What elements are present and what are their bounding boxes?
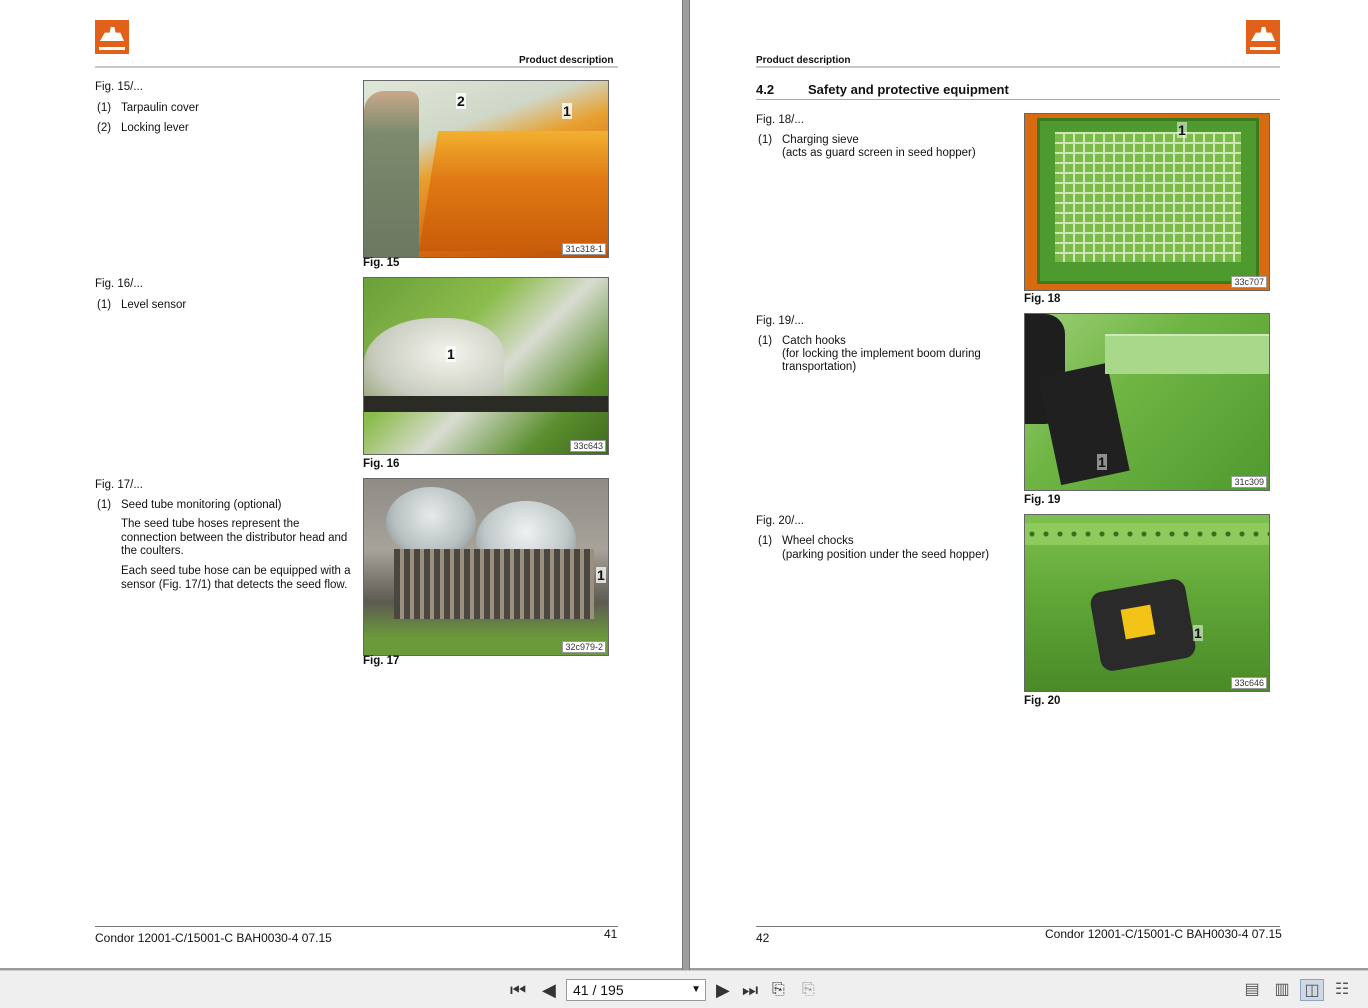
- figure-19-photo: 1 31c309: [1024, 313, 1270, 491]
- sieve-grid-shape: [1055, 132, 1241, 262]
- chevron-down-icon[interactable]: ▼: [691, 984, 701, 995]
- go-back-icon[interactable]: ⎘: [772, 980, 785, 1000]
- footer-document-id: Condor 12001-C/15001-C BAH0030-4 07.15: [1045, 927, 1282, 941]
- figure-reference: Fig. 17/...: [95, 479, 143, 491]
- image-code: 31c318-1: [562, 243, 606, 255]
- page-number: 41: [604, 927, 618, 941]
- description-paragraph: Each seed tube hose can be equipped with…: [121, 565, 351, 591]
- description-paragraph: The seed tube hoses represent the connec…: [121, 518, 348, 557]
- page-header: Product description: [756, 55, 851, 66]
- image-code: 31c309: [1231, 476, 1267, 488]
- bar-shape: [364, 396, 608, 412]
- item-number: (1): [758, 335, 773, 347]
- next-page-icon[interactable]: ▶: [716, 980, 730, 1000]
- callout-1: 1: [562, 103, 572, 119]
- page-header: Product description: [519, 55, 614, 66]
- hook-shape: [1038, 362, 1130, 486]
- page-gutter: [682, 0, 690, 970]
- navigation-toolbar: ⏮ ◀ 41 / 195 ▼ ▶ ⏭ ⎘ ⎘ ▤ ▥ ◫ ☷: [0, 970, 1368, 1008]
- two-page-continuous-view-icon[interactable]: ☷: [1330, 979, 1354, 1001]
- section-rule: [756, 99, 1280, 100]
- item-number: (1): [97, 299, 112, 311]
- image-code: 33c646: [1231, 677, 1267, 689]
- page-42: Product description 4.2 Safety and prote…: [690, 0, 1368, 968]
- item-label: Tarpaulin cover: [121, 102, 199, 114]
- two-page-view-icon[interactable]: ◫: [1300, 979, 1324, 1001]
- figure-reference: Fig. 16/...: [95, 278, 143, 290]
- callout-1: 1: [446, 346, 456, 362]
- page-41: Product description Fig. 15/... (1) Tarp…: [90, 0, 682, 968]
- figure-18-photo: 1 33c707: [1024, 113, 1270, 291]
- section-title: Safety and protective equipment: [808, 82, 1009, 97]
- callout-1: 1: [1097, 454, 1107, 470]
- callout-1: 1: [596, 567, 606, 583]
- item-number: (1): [758, 134, 773, 146]
- header-rule: [756, 66, 1280, 68]
- single-page-view-icon[interactable]: ▤: [1240, 979, 1264, 1001]
- figure-20-photo: 1 33c646: [1024, 514, 1270, 692]
- item-label: Catch hooks: [782, 335, 846, 347]
- figure-15-photo: 2 1 31c318-1: [363, 80, 609, 258]
- last-page-icon[interactable]: ⏭: [742, 980, 758, 1000]
- distributor-head-shape: [386, 487, 476, 557]
- figure-caption: Fig. 18: [1024, 293, 1061, 305]
- hopper-interior-shape: [364, 318, 504, 408]
- item-number: (1): [97, 102, 112, 114]
- image-code: 33c643: [570, 440, 606, 452]
- warning-label-shape: [1120, 604, 1156, 640]
- person-shape: [364, 91, 419, 257]
- item-sublabel: (parking position under the seed hopper): [782, 549, 990, 561]
- page-number-value: 41 / 195: [573, 982, 624, 998]
- image-code: 33c707: [1231, 276, 1267, 288]
- boom-beam-shape: [1105, 334, 1269, 374]
- figure-caption: Fig. 16: [363, 458, 400, 470]
- figure-16-photo: 1 33c643: [363, 277, 609, 455]
- document-viewer: Product description Fig. 15/... (1) Tarp…: [0, 0, 1368, 970]
- page-number: 42: [756, 931, 770, 945]
- item-sublabel: (for locking the implement boom during: [782, 348, 981, 360]
- header-rule: [95, 66, 618, 68]
- callout-1: 1: [1177, 122, 1187, 138]
- item-sublabel: transportation): [782, 361, 857, 373]
- figure-reference: Fig. 20/...: [756, 515, 804, 527]
- figure-17-photo: 1 32c979-2: [363, 478, 609, 656]
- item-sublabel: (acts as guard screen in seed hopper): [782, 147, 976, 159]
- figure-reference: Fig. 19/...: [756, 315, 804, 327]
- callout-2: 2: [456, 93, 466, 109]
- figure-caption: Fig. 17: [363, 655, 400, 667]
- perforated-beam-shape: [1025, 523, 1269, 545]
- figure-caption: Fig. 19: [1024, 494, 1061, 506]
- first-page-icon[interactable]: ⏮: [510, 980, 526, 1000]
- go-forward-icon[interactable]: ⎘: [802, 980, 815, 1000]
- amazone-logo-icon: [95, 20, 129, 54]
- item-label: Wheel chocks: [782, 535, 854, 547]
- section-number: 4.2: [756, 82, 775, 97]
- footer-document-id: Condor 12001-C/15001-C BAH0030-4 07.15: [95, 931, 332, 945]
- amazone-logo-icon: [1246, 20, 1280, 54]
- figure-reference: Fig. 15/...: [95, 81, 143, 93]
- figure-caption: Fig. 20: [1024, 695, 1061, 707]
- item-number: (1): [97, 499, 112, 511]
- page-margin-left: [0, 0, 90, 968]
- continuous-view-icon[interactable]: ▥: [1270, 979, 1294, 1001]
- item-label: Charging sieve: [782, 134, 859, 146]
- hoses-shape: [394, 549, 594, 619]
- figure-caption: Fig. 15: [363, 257, 400, 269]
- image-code: 32c979-2: [562, 641, 606, 653]
- callout-1: 1: [1193, 625, 1203, 641]
- item-number: (2): [97, 122, 112, 134]
- previous-page-icon[interactable]: ◀: [542, 980, 556, 1000]
- figure-reference: Fig. 18/...: [756, 114, 804, 126]
- page-number-input[interactable]: 41 / 195 ▼: [566, 979, 706, 1001]
- item-label: Locking lever: [121, 122, 189, 134]
- item-label: Level sensor: [121, 299, 187, 311]
- tarpaulin-shape: [419, 131, 608, 251]
- item-label: Seed tube monitoring (optional): [121, 499, 282, 511]
- item-number: (1): [758, 535, 773, 547]
- footer-rule: [95, 926, 618, 927]
